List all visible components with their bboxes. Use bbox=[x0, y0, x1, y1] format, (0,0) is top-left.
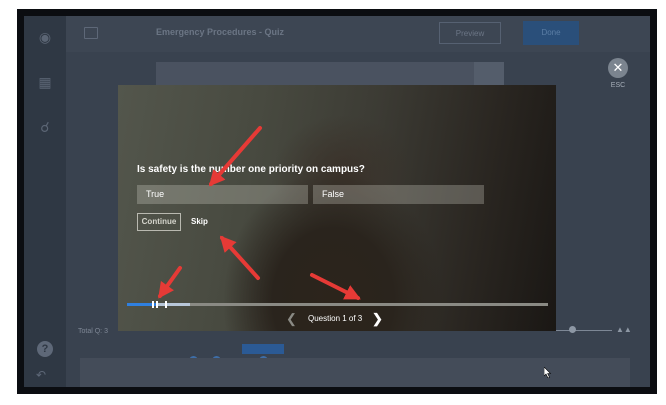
document-icon bbox=[84, 27, 98, 39]
preview-button[interactable]: Preview bbox=[439, 22, 501, 44]
book-icon[interactable]: ▦ bbox=[36, 73, 54, 91]
question-counter: Question 1 of 3 bbox=[308, 314, 363, 323]
continue-button[interactable]: Continue bbox=[137, 213, 181, 231]
done-button[interactable]: Done bbox=[523, 21, 579, 45]
question-marker[interactable] bbox=[156, 301, 158, 308]
zoom-in-icon[interactable]: ▲▲ bbox=[616, 325, 632, 334]
zoom-slider-handle[interactable] bbox=[569, 326, 576, 333]
chevron-left-icon[interactable]: ❮ bbox=[286, 311, 297, 327]
zoom-slider-track[interactable] bbox=[552, 330, 612, 331]
total-questions-label: Total Q: 3 bbox=[78, 328, 108, 335]
question-pager: ❮ Question 1 of 3 ❯ bbox=[286, 311, 386, 327]
mouse-cursor-icon bbox=[544, 367, 552, 378]
esc-label: ESC bbox=[610, 82, 626, 89]
question-marker[interactable] bbox=[152, 301, 154, 308]
question-text: Is safety is the number one priority on … bbox=[137, 164, 365, 175]
answer-option-true[interactable]: True bbox=[137, 185, 308, 204]
progress-track[interactable] bbox=[127, 303, 548, 306]
close-player[interactable]: ✕ ESC bbox=[603, 58, 633, 89]
progress-buffer bbox=[155, 303, 190, 306]
search-icon[interactable]: ☌ bbox=[36, 118, 54, 136]
cube-icon[interactable]: ◉ bbox=[36, 28, 54, 46]
video-quiz-player: Is safety is the number one priority on … bbox=[118, 85, 556, 331]
answer-option-false[interactable]: False bbox=[313, 185, 484, 204]
close-icon[interactable]: ✕ bbox=[608, 58, 628, 78]
chevron-right-icon[interactable]: ❯ bbox=[372, 311, 383, 327]
left-rail: ◉ ▦ ☌ ? ↶ bbox=[24, 16, 66, 387]
editor-toolbar: Emergency Procedures - Quiz Preview Done bbox=[66, 16, 650, 52]
editor-title: Emergency Procedures - Quiz bbox=[156, 27, 285, 37]
timeline-selection bbox=[242, 344, 284, 354]
undo-icon[interactable]: ↶ bbox=[36, 368, 46, 382]
help-icon[interactable]: ? bbox=[37, 341, 53, 357]
question-marker[interactable] bbox=[165, 301, 167, 308]
skip-button[interactable]: Skip bbox=[191, 217, 208, 226]
